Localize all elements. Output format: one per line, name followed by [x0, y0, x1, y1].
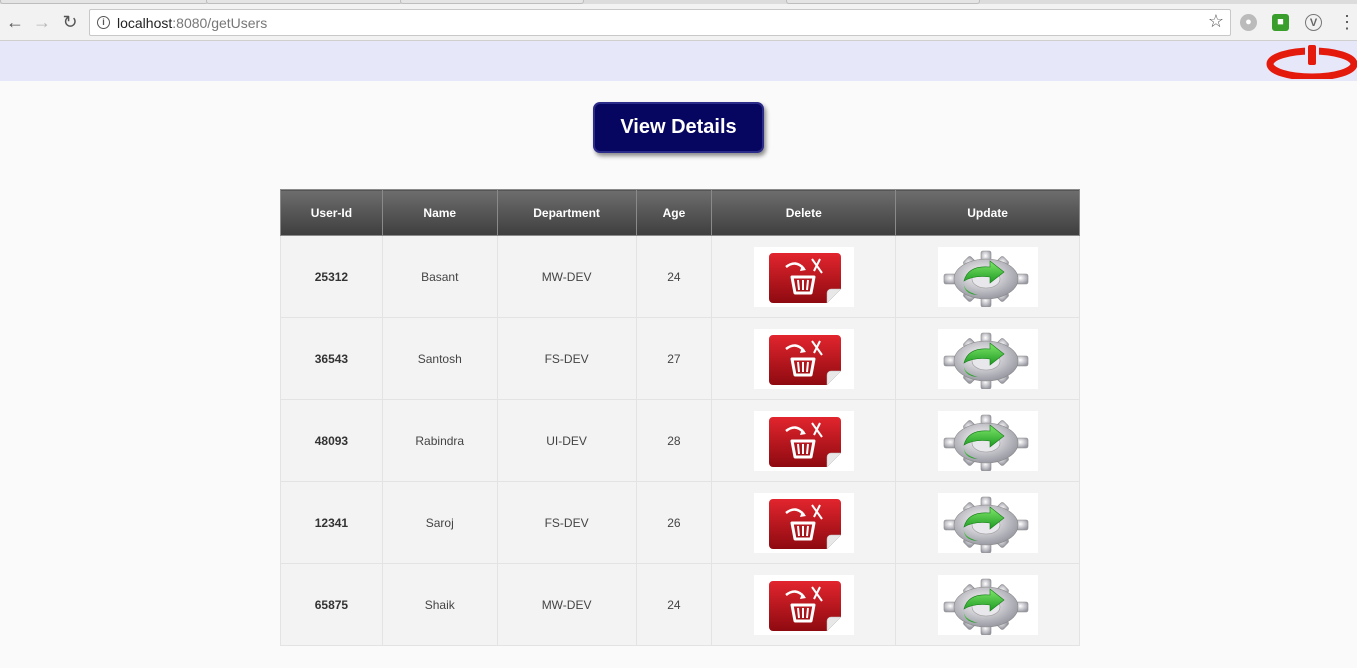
cell-user-id: 12341 — [280, 481, 383, 564]
cell-delete — [711, 317, 897, 400]
gear-refresh-icon[interactable] — [937, 410, 1038, 471]
reload-icon[interactable]: ↻ — [60, 12, 80, 32]
col-header-user-id: User-Id — [280, 189, 383, 236]
cell-name: Basant — [381, 235, 498, 318]
trash-icon[interactable] — [753, 574, 854, 635]
trash-icon[interactable] — [753, 492, 854, 553]
col-header-delete: Delete — [711, 189, 897, 236]
cell-department: MW-DEV — [496, 563, 637, 646]
gear-refresh-icon[interactable] — [937, 492, 1038, 553]
cell-department: UI-DEV — [496, 399, 637, 482]
cell-name: Saroj — [381, 481, 498, 564]
app-header — [0, 41, 1357, 81]
cell-update — [895, 481, 1080, 564]
key-icon[interactable]: ● — [1240, 14, 1257, 31]
url-host: localhost — [117, 15, 173, 31]
url-text[interactable]: localhost:8080/getUsers — [117, 15, 267, 31]
gear-refresh-icon[interactable] — [937, 328, 1038, 389]
table-row: 36543 Santosh FS-DEV 27 — [280, 317, 1080, 400]
url-path: :8080/getUsers — [172, 15, 268, 31]
cell-name: Rabindra — [381, 399, 498, 482]
trash-icon[interactable] — [753, 410, 854, 471]
col-header-name: Name — [381, 189, 498, 236]
cell-age: 28 — [635, 399, 713, 482]
arrow-left-icon[interactable]: ← — [5, 12, 25, 32]
cell-delete — [711, 481, 897, 564]
cell-age: 26 — [635, 481, 713, 564]
address-bar[interactable]: i localhost:8080/getUsers ☆ — [89, 9, 1231, 36]
cell-user-id: 36543 — [280, 317, 383, 400]
cell-delete — [711, 399, 897, 482]
cell-user-id: 48093 — [280, 399, 383, 482]
power-icon[interactable] — [1266, 45, 1357, 81]
cell-age: 27 — [635, 317, 713, 400]
table-header-row: User-Id Name Department Age Delete Updat… — [280, 189, 1080, 236]
gear-refresh-icon[interactable] — [937, 246, 1038, 307]
col-header-update: Update — [895, 189, 1080, 236]
lock-icon[interactable]: ■ — [1272, 14, 1289, 31]
arrow-right-icon[interactable]: → — [32, 12, 52, 32]
col-header-department: Department — [496, 189, 637, 236]
cell-delete — [711, 563, 897, 646]
cell-department: MW-DEV — [496, 235, 637, 318]
view-details-button[interactable]: View Details — [593, 102, 764, 153]
trash-icon[interactable] — [753, 246, 854, 307]
menu-dots-icon[interactable]: ⋮ — [1338, 12, 1356, 32]
users-table: User-Id Name Department Age Delete Updat… — [280, 189, 1080, 646]
table-row: 48093 Rabindra UI-DEV 28 — [280, 399, 1080, 482]
col-header-age: Age — [635, 189, 713, 236]
browser-toolbar: ← → ↻ i localhost:8080/getUsers ☆ ● ■ V … — [0, 4, 1357, 41]
cell-age: 24 — [635, 563, 713, 646]
table-row: 12341 Saroj FS-DEV 26 — [280, 481, 1080, 564]
cell-update — [895, 317, 1080, 400]
trash-icon[interactable] — [753, 328, 854, 389]
cell-update — [895, 235, 1080, 318]
cell-update — [895, 563, 1080, 646]
table-row: 25312 Basant MW-DEV 24 — [280, 235, 1080, 318]
cell-user-id: 25312 — [280, 235, 383, 318]
cell-department: FS-DEV — [496, 317, 637, 400]
star-icon[interactable]: ☆ — [1208, 11, 1224, 32]
table-row: 65875 Shaik MW-DEV 24 — [280, 563, 1080, 646]
cell-age: 24 — [635, 235, 713, 318]
cell-user-id: 65875 — [280, 563, 383, 646]
cell-name: Shaik — [381, 563, 498, 646]
extension-v-icon[interactable]: V — [1305, 14, 1322, 31]
gear-refresh-icon[interactable] — [937, 574, 1038, 635]
cell-department: FS-DEV — [496, 481, 637, 564]
cell-name: Santosh — [381, 317, 498, 400]
cell-delete — [711, 235, 897, 318]
cell-update — [895, 399, 1080, 482]
info-icon[interactable]: i — [97, 16, 110, 29]
